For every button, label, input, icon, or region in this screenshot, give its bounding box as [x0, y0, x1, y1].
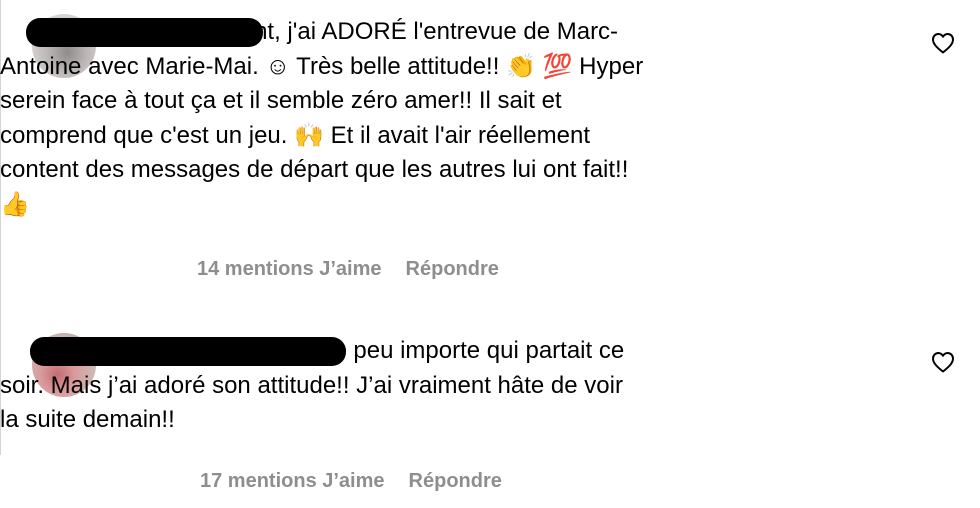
comment-text: Honnêtement, j'ai ADORÉ l'entrevue de Ma… — [0, 18, 644, 218]
heart-outline-icon[interactable] — [931, 32, 955, 54]
likes-count[interactable]: 17 mentions J’aime — [200, 470, 385, 493]
comment-meta: 14 mentions J’aime Répondre — [197, 258, 499, 281]
reply-button[interactable]: Répondre — [409, 470, 502, 493]
comment-meta: 17 mentions J’aime Répondre — [200, 470, 502, 493]
reply-button[interactable]: Répondre — [406, 258, 499, 281]
likes-count[interactable]: 14 mentions J’aime — [197, 258, 382, 281]
heart-outline-icon[interactable] — [931, 351, 955, 373]
comment-text: C’était triste peu importe qui partait c… — [0, 337, 625, 433]
